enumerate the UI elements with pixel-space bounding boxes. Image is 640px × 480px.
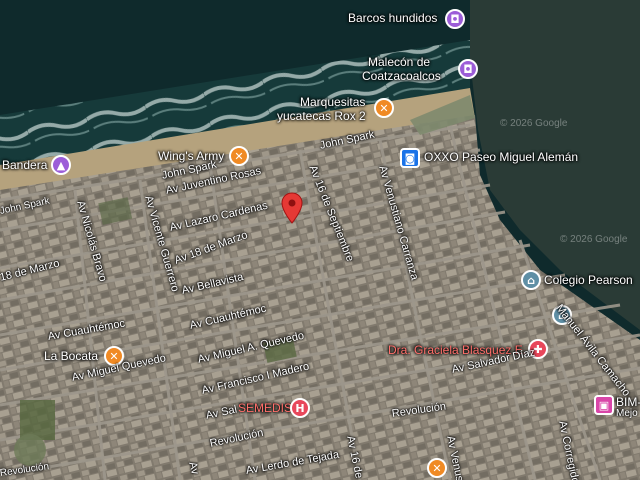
poi-la-bocata-label[interactable]: La Bocata [44,349,98,363]
map-view[interactable]: Barcos hundidos ◘ Malecón de Coatzacoalc… [0,0,640,480]
poi-bim-label-line2[interactable]: Mejo [616,407,638,421]
red-location-pin-icon[interactable] [281,192,303,224]
shopping-bag-icon[interactable]: ◙ [400,148,420,168]
restaurant-icon[interactable]: ✕ [374,98,394,118]
shopping-icon[interactable]: ▣ [594,395,614,415]
poi-barcos-hundidos-label[interactable]: Barcos hundidos [348,11,437,25]
monument-icon[interactable]: ▲ [51,155,71,175]
google-watermark: © 2026 Google [560,234,628,245]
poi-semedis-label[interactable]: SEMEDIS [238,401,292,415]
camera-icon[interactable]: ◘ [458,59,478,79]
school-icon[interactable]: ⌂ [521,270,541,290]
restaurant-icon[interactable]: ✕ [229,146,249,166]
restaurant-icon[interactable]: ✕ [427,458,447,478]
poi-malecon-label-line1[interactable]: Malecón de [368,55,430,69]
poi-marquesitas-label-line1[interactable]: Marquesitas [300,95,365,109]
poi-oxxo-label[interactable]: OXXO Paseo Miguel Alemán [424,150,578,164]
poi-bandera-label[interactable]: Bandera [2,158,47,172]
hospital-icon[interactable]: H [290,398,310,418]
poi-malecon-label-line2[interactable]: Coatzacoalcos [362,69,441,83]
poi-colegio-pearson-label[interactable]: Colegio Pearson [544,273,633,287]
poi-marquesitas-label-line2[interactable]: yucatecas Rox 2 [277,109,366,123]
camera-icon[interactable]: ◘ [445,9,465,29]
google-watermark: © 2026 Google [500,118,568,129]
